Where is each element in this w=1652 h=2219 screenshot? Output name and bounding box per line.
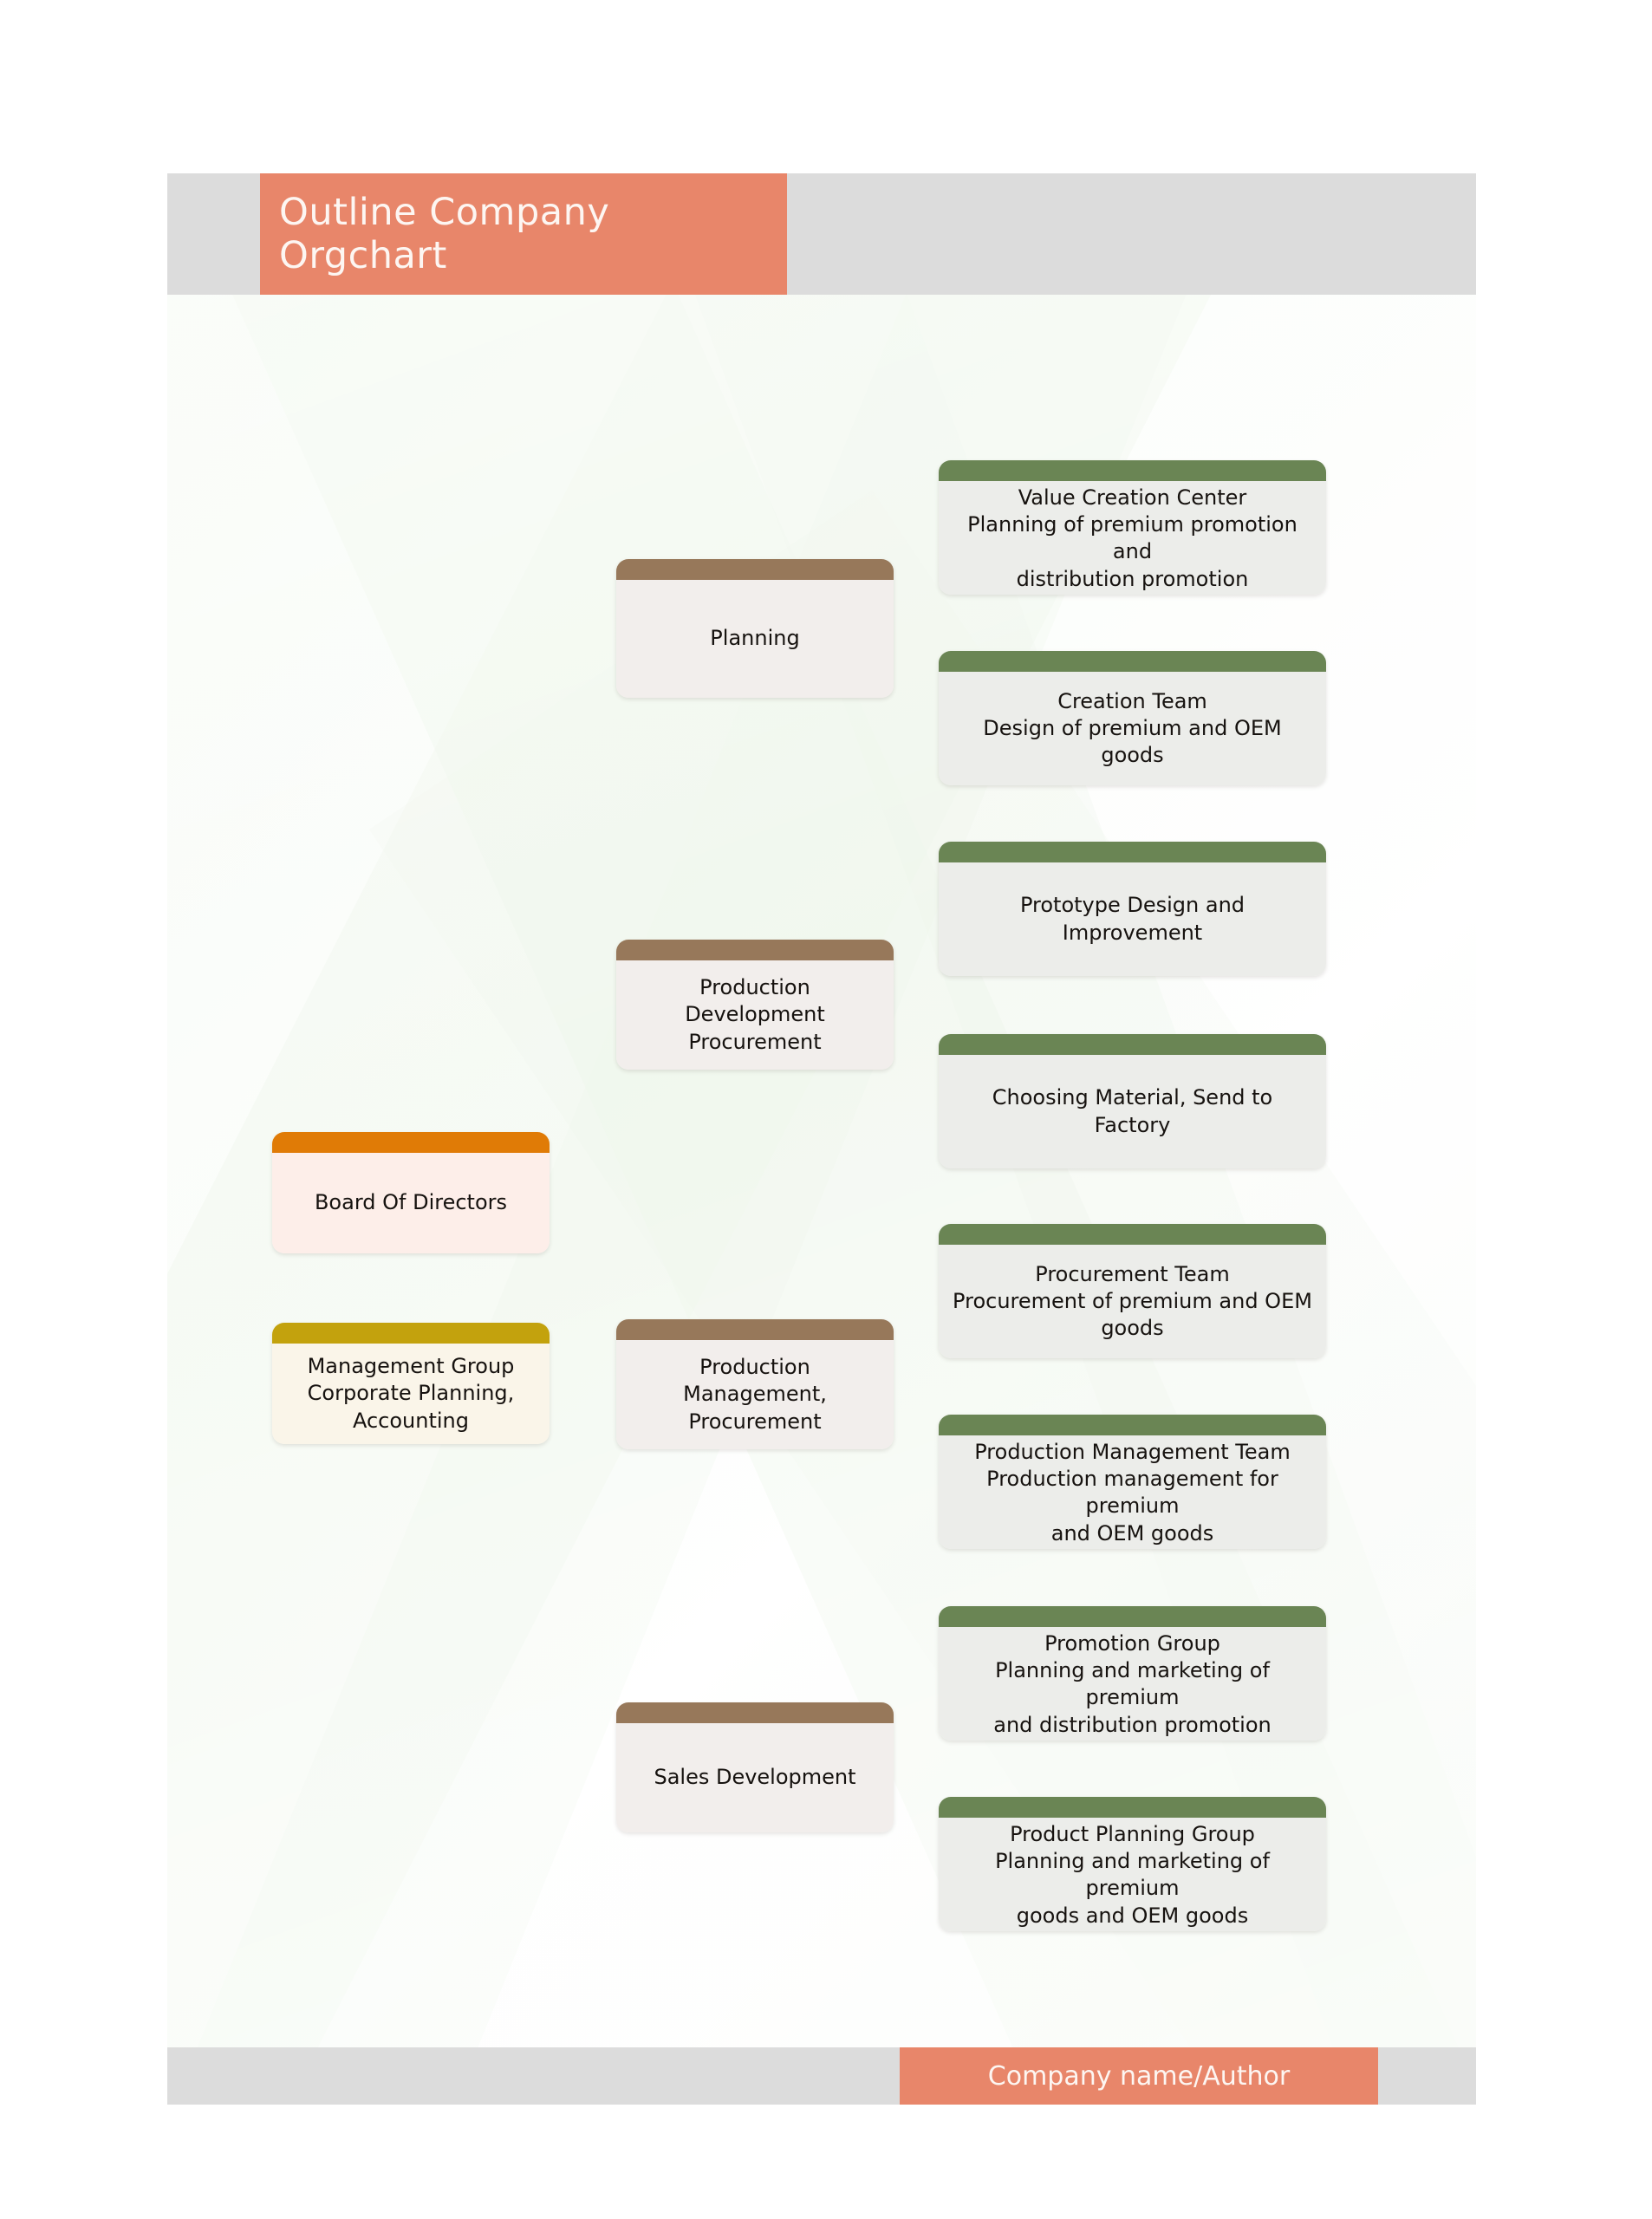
node-production-management-team[interactable]: Production Management Team Production ma… — [939, 1415, 1326, 1549]
title-block: Outline Company Orgchart — [260, 173, 787, 295]
node-planning[interactable]: Planning — [616, 559, 894, 698]
node-value-creation-center[interactable]: Value Creation Center Planning of premiu… — [939, 460, 1326, 595]
footer-block: Company name/Author — [900, 2047, 1378, 2105]
node-cap — [616, 1319, 894, 1340]
node-body: Prototype Design and Improvement — [939, 862, 1326, 976]
node-cap — [616, 940, 894, 960]
node-cap — [939, 1606, 1326, 1627]
node-management-group[interactable]: Management Group Corporate Planning, Acc… — [272, 1323, 550, 1444]
node-cap — [939, 460, 1326, 481]
node-label: Production Management Team Production ma… — [974, 1440, 1291, 1545]
node-promotion-group[interactable]: Promotion Group Planning and marketing o… — [939, 1606, 1326, 1741]
node-cap — [939, 1034, 1326, 1055]
node-cap — [272, 1132, 550, 1153]
node-label: Promotion Group Planning and marketing o… — [993, 1631, 1272, 1737]
node-cap — [616, 1702, 894, 1723]
node-body: Board Of Directors — [272, 1153, 550, 1253]
node-creation-team[interactable]: Creation Team Design of premium and OEM … — [939, 651, 1326, 785]
node-label: Product Planning Group Planning and mark… — [995, 1822, 1270, 1928]
node-label: Planning — [710, 626, 800, 651]
node-label: Production Development Procurement — [685, 975, 825, 1054]
node-body: Product Planning Group Planning and mark… — [939, 1818, 1326, 1931]
footer-label: Company name/Author — [987, 2060, 1291, 2092]
node-body: Management Group Corporate Planning, Acc… — [272, 1344, 550, 1444]
node-body: Planning — [616, 580, 894, 698]
node-cap — [939, 842, 1326, 862]
node-body: Production Development Procurement — [616, 960, 894, 1070]
node-body: Value Creation Center Planning of premiu… — [939, 481, 1326, 595]
node-cap — [939, 1224, 1326, 1245]
node-cap — [272, 1323, 550, 1344]
node-procurement-team[interactable]: Procurement Team Procurement of premium … — [939, 1224, 1326, 1358]
node-body: Promotion Group Planning and marketing o… — [939, 1627, 1326, 1741]
page-title: Outline Company Orgchart — [279, 191, 610, 277]
node-label: Board Of Directors — [314, 1190, 508, 1215]
node-body: Production Management Team Production ma… — [939, 1435, 1326, 1549]
node-board-of-directors[interactable]: Board Of Directors — [272, 1132, 550, 1253]
node-label: Sales Development — [654, 1765, 856, 1790]
node-cap — [939, 651, 1326, 672]
node-production-management-procurement[interactable]: Production Management, Procurement — [616, 1319, 894, 1449]
node-cap — [939, 1797, 1326, 1818]
node-choosing-material-send-to-factory[interactable]: Choosing Material, Send to Factory — [939, 1034, 1326, 1168]
node-production-development-procurement[interactable]: Production Development Procurement — [616, 940, 894, 1070]
node-label: Management Group Corporate Planning, Acc… — [307, 1354, 515, 1433]
node-body: Choosing Material, Send to Factory — [939, 1055, 1326, 1168]
node-cap — [616, 559, 894, 580]
node-label: Value Creation Center Planning of premiu… — [967, 485, 1298, 591]
node-label: Choosing Material, Send to Factory — [992, 1085, 1273, 1137]
node-label: Production Management, Procurement — [683, 1355, 827, 1434]
node-body: Production Management, Procurement — [616, 1340, 894, 1449]
orgchart-page: Outline Company Orgchart Board Of Direct… — [0, 0, 1652, 2219]
node-body: Creation Team Design of premium and OEM … — [939, 672, 1326, 785]
node-product-planning-group[interactable]: Product Planning Group Planning and mark… — [939, 1797, 1326, 1931]
node-cap — [939, 1415, 1326, 1435]
node-prototype-design-improvement[interactable]: Prototype Design and Improvement — [939, 842, 1326, 976]
node-label: Procurement Team Procurement of premium … — [953, 1261, 1312, 1341]
node-body: Procurement Team Procurement of premium … — [939, 1245, 1326, 1358]
node-sales-development[interactable]: Sales Development — [616, 1702, 894, 1832]
node-label: Prototype Design and Improvement — [1019, 893, 1246, 945]
node-body: Sales Development — [616, 1723, 894, 1832]
node-label: Creation Team Design of premium and OEM … — [983, 688, 1282, 768]
